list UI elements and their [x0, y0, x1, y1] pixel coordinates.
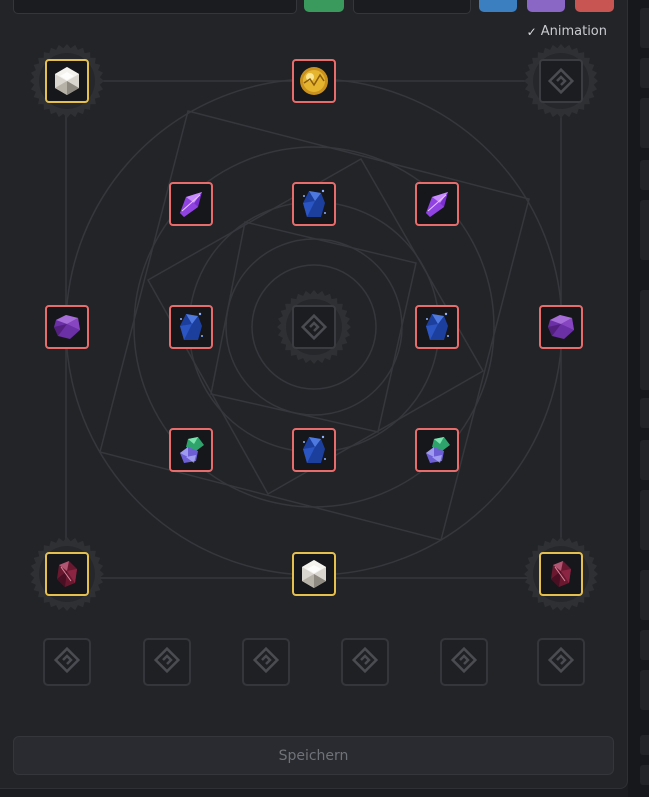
- empty-slot-icon: [251, 645, 281, 679]
- purple-gem-icon: [544, 312, 578, 342]
- gem-slot-empty[interactable]: [539, 59, 583, 103]
- gem-slot-sapphire-crystal[interactable]: [169, 305, 213, 349]
- right-side-strip: [628, 0, 649, 797]
- gem-slot-purple-gem[interactable]: [45, 305, 89, 349]
- gem-slot-white-crystal[interactable]: [292, 552, 336, 596]
- emerald-cluster-icon: [174, 433, 208, 467]
- white-crystal-icon: [50, 64, 84, 98]
- gem-slot-purple-gem[interactable]: [539, 305, 583, 349]
- sapphire-crystal-icon: [299, 433, 329, 467]
- empty-slot-icon: [546, 645, 576, 679]
- empty-slot-icon: [350, 645, 380, 679]
- gem-slot-ruby-crystal[interactable]: [539, 552, 583, 596]
- sapphire-crystal-icon: [422, 310, 452, 344]
- sapphire-crystal-icon: [299, 187, 329, 221]
- amethyst-shard-icon: [174, 187, 208, 221]
- gem-slot-emerald-cluster[interactable]: [415, 428, 459, 472]
- gem-slot-ruby-crystal[interactable]: [45, 552, 89, 596]
- inventory-slot[interactable]: [242, 638, 290, 686]
- inventory-slot[interactable]: [341, 638, 389, 686]
- emerald-cluster-icon: [420, 433, 454, 467]
- empty-icon: [546, 66, 576, 96]
- gem-slot-amethyst-shard[interactable]: [415, 182, 459, 226]
- gem-slot-emerald-cluster[interactable]: [169, 428, 213, 472]
- inventory-slot[interactable]: [537, 638, 585, 686]
- empty-slot-icon: [152, 645, 182, 679]
- gem-slot-sapphire-crystal[interactable]: [292, 182, 336, 226]
- gem-slot-sapphire-crystal[interactable]: [292, 428, 336, 472]
- empty-icon: [299, 312, 329, 342]
- gem-board-panel: ✓ Animation Speichern: [0, 0, 628, 789]
- gem-slot-sapphire-crystal[interactable]: [415, 305, 459, 349]
- board-background-pattern: [65, 78, 563, 579]
- gem-slot-empty[interactable]: [292, 305, 336, 349]
- gold-orb-icon: [296, 63, 332, 99]
- empty-slot-icon: [449, 645, 479, 679]
- gem-slot-white-crystal[interactable]: [45, 59, 89, 103]
- gem-slot-amethyst-shard[interactable]: [169, 182, 213, 226]
- inventory-slot[interactable]: [440, 638, 488, 686]
- inventory-slot[interactable]: [143, 638, 191, 686]
- save-button[interactable]: Speichern: [13, 736, 614, 775]
- empty-slot-icon: [52, 645, 82, 679]
- amethyst-shard-icon: [420, 187, 454, 221]
- ruby-crystal-icon: [51, 557, 83, 591]
- purple-gem-icon: [50, 312, 84, 342]
- inventory-slot[interactable]: [43, 638, 91, 686]
- gem-slot-gold-orb[interactable]: [292, 59, 336, 103]
- sapphire-crystal-icon: [176, 310, 206, 344]
- ruby-crystal-icon: [545, 557, 577, 591]
- white-crystal-icon: [297, 557, 331, 591]
